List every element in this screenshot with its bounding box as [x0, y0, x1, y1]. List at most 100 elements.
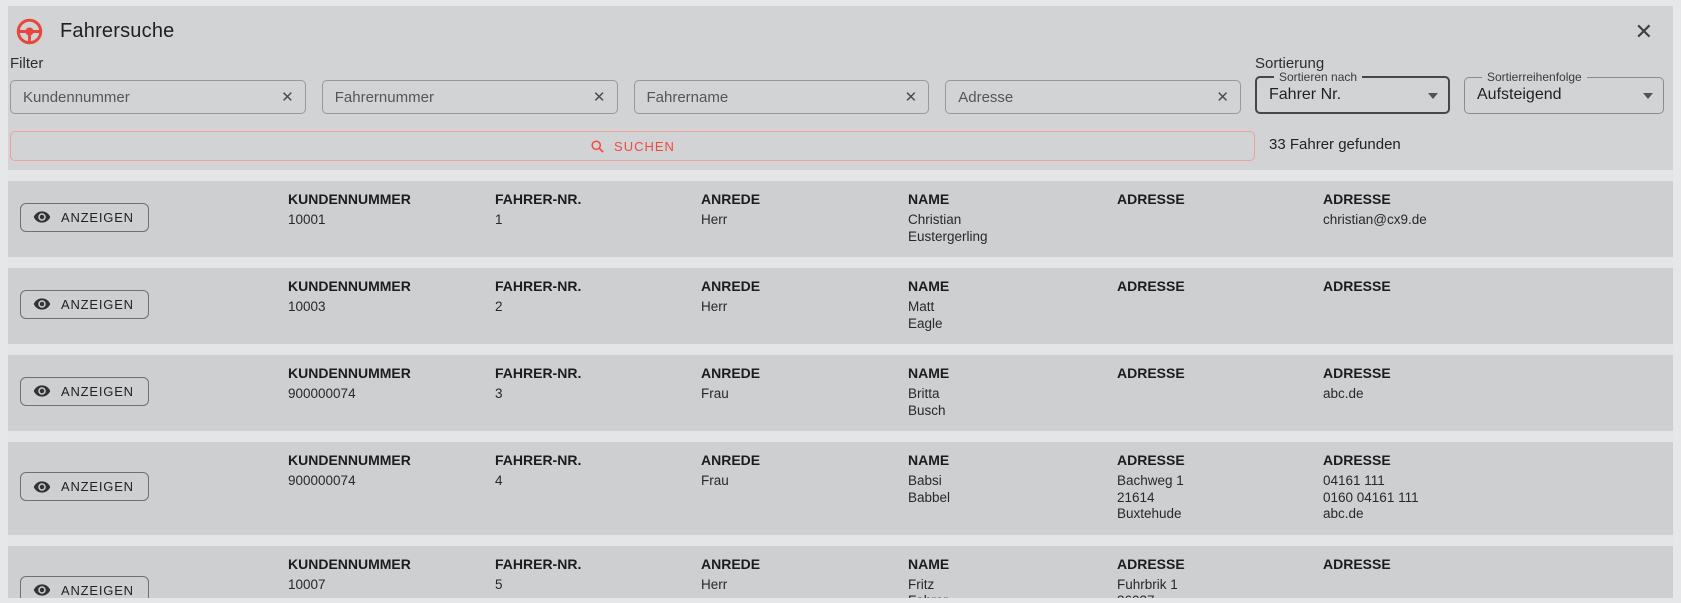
table-row: ANZEIGEN KUNDENNUMMER10007FAHRER-NR. 5 ANR…	[8, 535, 1673, 598]
column-header: NAME	[908, 452, 1107, 468]
anzeigen-button-label: ANZEIGEN	[61, 479, 134, 494]
cell-value: Frau	[701, 473, 898, 490]
page-title: Fahrersuche	[60, 20, 174, 43]
clear-icon[interactable]: ✕	[1205, 90, 1240, 105]
cell-value: 5	[495, 577, 691, 594]
column-header: FAHRER-NR.	[495, 452, 691, 468]
close-icon[interactable]: ✕	[1629, 19, 1659, 45]
cell-value: 0160 04161 111	[1323, 490, 1653, 507]
column-header: NAME	[908, 191, 1107, 207]
fahrersuche-dialog: Fahrersuche ✕ Filter ✕ ✕ ✕	[8, 6, 1673, 598]
cell-value: Britta	[908, 386, 1107, 403]
anzeigen-button[interactable]: ANZEIGEN	[20, 377, 149, 406]
eye-icon	[33, 478, 51, 496]
column-header: ANREDE	[701, 191, 898, 207]
column-header: ANREDE	[701, 452, 898, 468]
fahrernummer-input[interactable]	[323, 89, 582, 106]
cell-kundennummer: KUNDENNUMMER900000074	[288, 363, 495, 419]
search-icon	[590, 139, 605, 154]
sort-selects-row: Sortieren nach Fahrer Nr. Sortierreihenf…	[1255, 71, 1671, 114]
cell-adresse-2: ADRESSE	[1323, 276, 1663, 332]
anzeigen-button[interactable]: ANZEIGEN	[20, 472, 149, 501]
column-header: KUNDENNUMMER	[288, 278, 485, 294]
column-header: FAHRER-NR.	[495, 556, 691, 572]
kundennummer-input[interactable]	[11, 89, 270, 106]
row-action: ANZEIGEN	[20, 377, 288, 406]
dialog-header: Fahrersuche ✕	[8, 6, 1673, 51]
cell-kundennummer: KUNDENNUMMER10007	[288, 554, 495, 598]
column-header: ADRESSE	[1323, 452, 1653, 468]
cell-value: Frau	[701, 386, 898, 403]
column-header: ADRESSE	[1117, 452, 1313, 468]
column-header: NAME	[908, 556, 1107, 572]
cell-value: 21614	[1117, 490, 1313, 507]
cell-adresse: ADRESSE	[1117, 276, 1323, 332]
cell-fahrer-nr: FAHRER-NR. 5	[495, 554, 701, 598]
cell-kundennummer: KUNDENNUMMER10003	[288, 276, 495, 332]
suchen-button[interactable]: SUCHEN	[10, 131, 1255, 161]
column-header: ANREDE	[701, 278, 898, 294]
cell-name: NAME BabsiBabbel	[908, 450, 1117, 523]
row-action: ANZEIGEN	[20, 576, 288, 598]
column-header: ADRESSE	[1323, 365, 1653, 381]
column-header: KUNDENNUMMER	[288, 452, 485, 468]
anzeigen-button[interactable]: ANZEIGEN	[20, 203, 149, 232]
results-list: ANZEIGEN KUNDENNUMMER10001FAHRER-NR.1ANR…	[8, 170, 1673, 598]
column-header: FAHRER-NR.	[495, 365, 691, 381]
clear-icon[interactable]: ✕	[270, 90, 305, 105]
filter-label: Filter	[10, 55, 1241, 72]
cell-fahrer-nr: FAHRER-NR. 4	[495, 450, 701, 523]
cell-value: Christian	[908, 212, 1107, 229]
cell-anrede: ANREDEHerr	[701, 276, 908, 332]
cell-anrede: ANREDEHerr	[701, 554, 908, 598]
sortieren-nach-value: Fahrer Nr.	[1269, 86, 1341, 104]
search-bar: SUCHEN 33 Fahrer gefunden	[8, 123, 1673, 161]
cell-value: abc.de	[1323, 386, 1653, 403]
table-row: ANZEIGEN KUNDENNUMMER10001FAHRER-NR.1ANR…	[8, 170, 1673, 257]
anzeigen-button-label: ANZEIGEN	[61, 297, 134, 312]
table-row: ANZEIGEN KUNDENNUMMER10003FAHRER-NR.2ANR…	[8, 257, 1673, 344]
cell-value: Babsi	[908, 473, 1107, 490]
clear-icon[interactable]: ✕	[894, 90, 929, 105]
filter-group: Filter ✕ ✕ ✕ ✕	[10, 53, 1255, 123]
clear-icon[interactable]: ✕	[582, 90, 617, 105]
anzeigen-button-label: ANZEIGEN	[61, 583, 134, 598]
cell-adresse-2: ADRESSEchristian@cx9.de	[1323, 189, 1663, 245]
cell-value: abc.de	[1323, 506, 1653, 523]
sortierreihenfolge-label: Sortierreihenfolge	[1482, 71, 1587, 83]
cell-value: 10001	[288, 212, 485, 229]
cell-value: 4	[495, 473, 691, 490]
anzeigen-button[interactable]: ANZEIGEN	[20, 290, 149, 319]
cell-value: Eagle	[908, 316, 1107, 333]
cell-value: Herr	[701, 577, 898, 594]
adresse-input[interactable]	[946, 89, 1205, 106]
cell-value: Babbel	[908, 490, 1107, 507]
steering-wheel-icon	[16, 18, 43, 45]
cell-value: Bachweg 1	[1117, 473, 1313, 490]
cell-kundennummer: KUNDENNUMMER 900000074	[288, 450, 495, 523]
row-action: ANZEIGEN	[20, 203, 288, 232]
column-header: FAHRER-NR.	[495, 191, 691, 207]
filter-inputs-row: ✕ ✕ ✕ ✕	[10, 80, 1241, 114]
column-header: ADRESSE	[1323, 556, 1653, 572]
column-header: KUNDENNUMMER	[288, 191, 485, 207]
table-row: ANZEIGEN KUNDENNUMMER900000074FAHRER-NR.…	[8, 344, 1673, 431]
sortierreihenfolge-select[interactable]: Sortierreihenfolge Aufsteigend	[1464, 71, 1664, 114]
eye-icon	[33, 295, 51, 313]
cell-adresse: ADRESSEBachweg 121614Buxtehude	[1117, 450, 1323, 523]
cell-name: NAMEFritzFahrer	[908, 554, 1117, 598]
cell-value: 900000074	[288, 473, 485, 490]
cell-adresse-2: ADRESSE	[1323, 554, 1663, 598]
anzeigen-button[interactable]: ANZEIGEN	[20, 576, 149, 598]
fahrername-input[interactable]	[635, 89, 894, 106]
anzeigen-button-label: ANZEIGEN	[61, 210, 134, 225]
fahrername-field: ✕	[634, 80, 930, 114]
cell-value: 10007	[288, 577, 485, 594]
sortieren-nach-select[interactable]: Sortieren nach Fahrer Nr.	[1255, 71, 1450, 114]
column-header: NAME	[908, 365, 1107, 381]
column-header: FAHRER-NR.	[495, 278, 691, 294]
kundennummer-field: ✕	[10, 80, 306, 114]
anzeigen-button-label: ANZEIGEN	[61, 384, 134, 399]
column-header: ANREDE	[701, 365, 898, 381]
sort-group: Sortierung Sortieren nach Fahrer Nr. Sor…	[1255, 53, 1671, 123]
